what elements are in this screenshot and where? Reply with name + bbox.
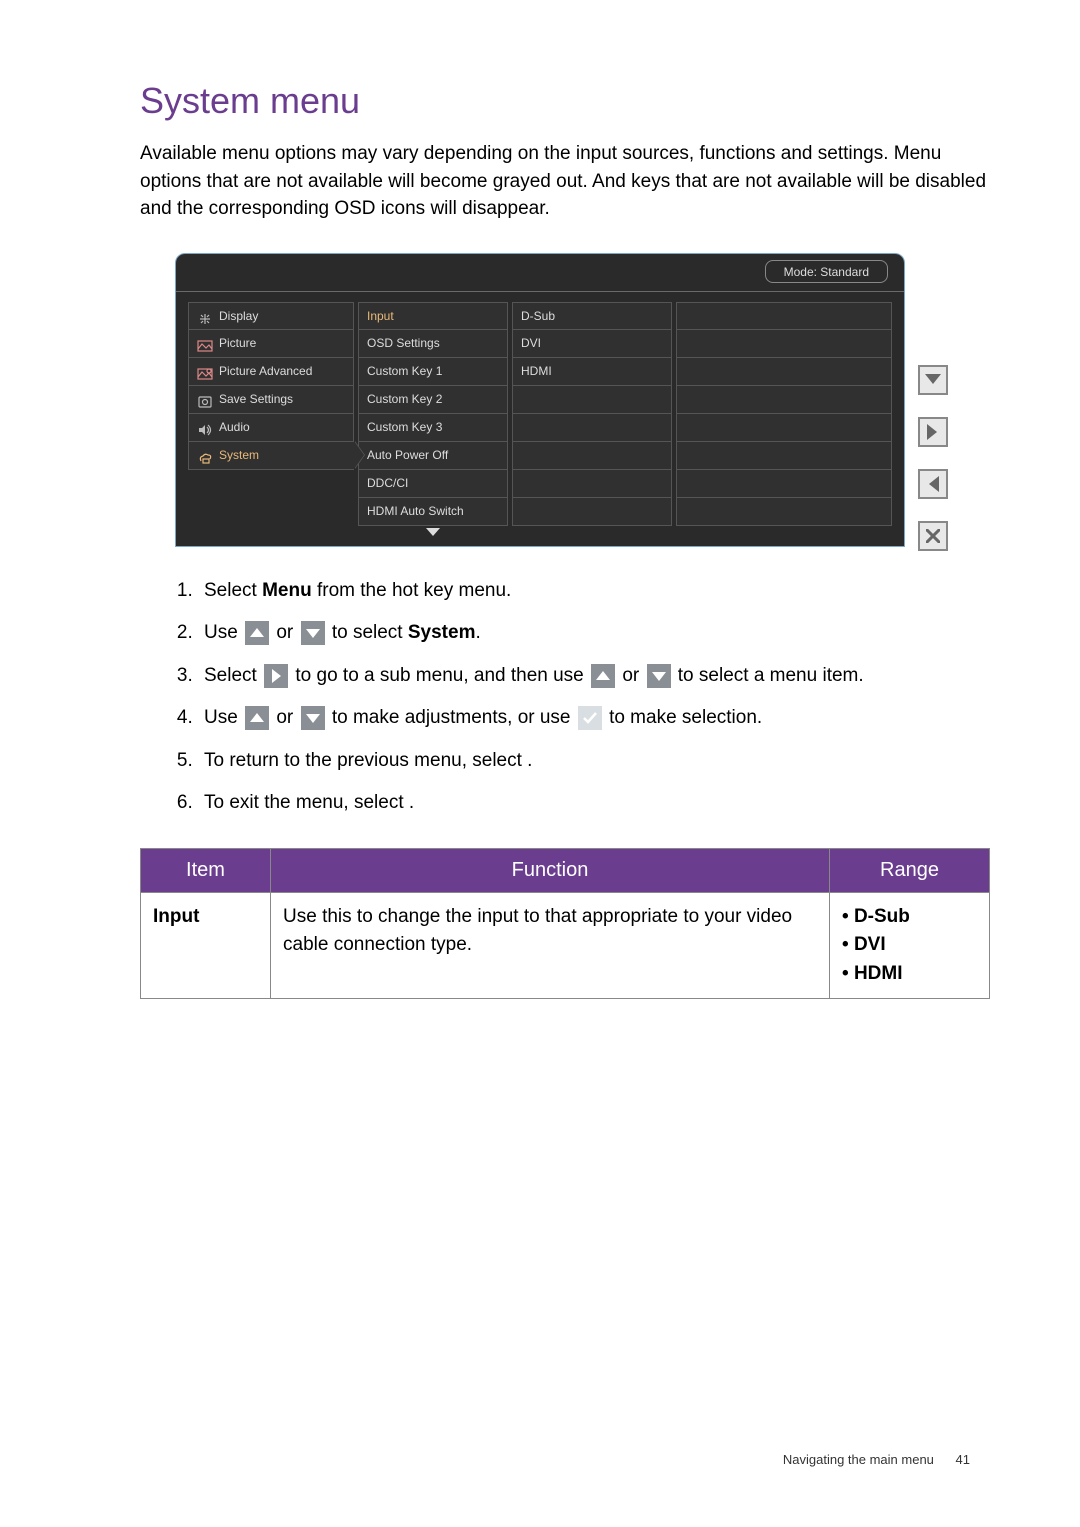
osd-value-hdmi[interactable]: HDMI (512, 358, 672, 386)
step-3: Select to go to a sub menu, and then use… (198, 662, 990, 691)
system-icon (197, 448, 213, 462)
osd-main-label: Save Settings (219, 386, 293, 412)
cell-function: Use this to change the input to that app… (271, 892, 830, 999)
picture-icon (197, 336, 213, 350)
osd-sub-osd-settings[interactable]: OSD Settings (358, 330, 508, 358)
picture-adv-icon (197, 364, 213, 378)
osd-mode-label: Mode: Standard (765, 260, 888, 283)
osd-btn-close[interactable] (918, 521, 948, 551)
page-footer: Navigating the main menu 41 (783, 1452, 970, 1467)
osd-sub-custom-key-1[interactable]: Custom Key 1 (358, 358, 508, 386)
intro-text: Available menu options may vary dependin… (140, 140, 990, 223)
osd-main-label: Audio (219, 414, 250, 440)
th-range: Range (830, 848, 990, 892)
osd-side-buttons (918, 365, 948, 551)
down-arrow-icon (301, 621, 325, 645)
spec-table: Item Function Range Input Use this to ch… (140, 848, 990, 1000)
osd-main-audio[interactable]: Audio (188, 414, 354, 442)
osd-sub-auto-power-off[interactable]: Auto Power Off (358, 442, 508, 470)
osd-sub-ddc-ci[interactable]: DDC/CI (358, 470, 508, 498)
osd-main-picture[interactable]: Picture (188, 330, 354, 358)
step-1: Select Menu from the hot key menu. (198, 577, 990, 606)
step-6: To exit the menu, select . (198, 789, 990, 818)
osd-value-column: D-Sub DVI HDMI (512, 302, 672, 546)
osd-value-dvi[interactable]: DVI (512, 330, 672, 358)
audio-icon (197, 420, 213, 434)
step-4: Use or to make adjustments, or use to ma… (198, 704, 990, 733)
osd-spacer-column (676, 302, 892, 546)
osd-main-label: Picture Advanced (219, 358, 312, 384)
up-arrow-icon (591, 664, 615, 688)
table-row: Input Use this to change the input to th… (141, 892, 990, 999)
up-arrow-icon (245, 621, 269, 645)
osd-main-label: Picture (219, 330, 256, 356)
up-arrow-icon (245, 706, 269, 730)
down-arrow-icon (301, 706, 325, 730)
check-icon (578, 706, 602, 730)
save-icon (197, 392, 213, 406)
osd-sub-custom-key-3[interactable]: Custom Key 3 (358, 414, 508, 442)
page-title: System menu (140, 80, 990, 122)
osd-btn-right[interactable] (918, 417, 948, 447)
cell-item: Input (141, 892, 271, 999)
th-function: Function (271, 848, 830, 892)
footer-text: Navigating the main menu (783, 1452, 934, 1467)
osd-main-label: System (219, 442, 259, 468)
osd-main-display[interactable]: Display (188, 302, 354, 330)
instruction-list: Select Menu from the hot key menu. Use o… (198, 577, 990, 818)
down-arrow-icon (647, 664, 671, 688)
osd-sub-input[interactable]: Input (358, 302, 508, 330)
osd-value-dsub[interactable]: D-Sub (512, 302, 672, 330)
osd-btn-left[interactable] (918, 469, 948, 499)
osd-main-label: Display (219, 303, 258, 329)
step-5: To return to the previous menu, select . (198, 747, 990, 776)
osd-sub-hdmi-auto-switch[interactable]: HDMI Auto Switch (358, 498, 508, 526)
osd-sub-column: Input OSD Settings Custom Key 1 Custom K… (358, 302, 508, 546)
osd-main-system[interactable]: System (188, 442, 354, 470)
display-icon (197, 309, 213, 323)
osd-screenshot: Mode: Standard Display Picture Picture (175, 253, 905, 547)
osd-btn-down[interactable] (918, 365, 948, 395)
osd-more-down-icon[interactable] (358, 526, 508, 546)
cell-range: D-Sub DVI HDMI (830, 892, 990, 999)
step-2: Use or to select System. (198, 619, 990, 648)
footer-page-number: 41 (956, 1452, 970, 1467)
osd-sub-custom-key-2[interactable]: Custom Key 2 (358, 386, 508, 414)
osd-value-empty (512, 386, 672, 414)
right-arrow-icon (264, 664, 288, 688)
osd-main-column: Display Picture Picture Advanced Save Se… (188, 302, 354, 546)
osd-main-picture-advanced[interactable]: Picture Advanced (188, 358, 354, 386)
osd-value-empty (512, 498, 672, 526)
th-item: Item (141, 848, 271, 892)
osd-main-save-settings[interactable]: Save Settings (188, 386, 354, 414)
osd-value-empty (512, 414, 672, 442)
osd-value-empty (512, 442, 672, 470)
osd-value-empty (512, 470, 672, 498)
